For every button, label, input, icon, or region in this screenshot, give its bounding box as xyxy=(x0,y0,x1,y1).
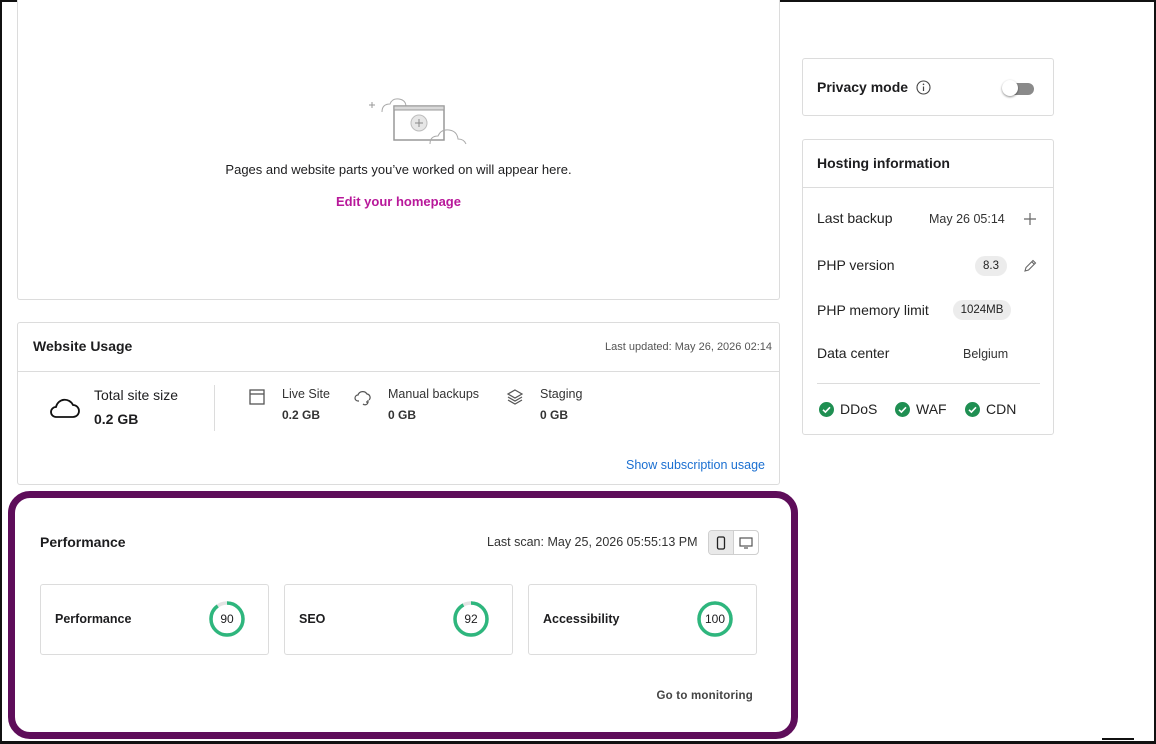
check-circle-icon xyxy=(895,402,910,417)
last-backup-label: Last backup xyxy=(817,210,893,226)
empty-pages-illustration xyxy=(369,98,467,145)
feature-label: WAF xyxy=(916,401,947,417)
php-version-badge: 8.3 xyxy=(975,256,1007,276)
info-icon[interactable] xyxy=(916,80,931,95)
metric-value: 0 GB xyxy=(388,408,417,422)
total-site-size-value: 0.2 GB xyxy=(94,411,139,427)
recent-pages-card: Pages and website parts you’ve worked on… xyxy=(17,0,780,300)
mobile-view-button[interactable] xyxy=(709,531,734,554)
check-circle-icon xyxy=(965,402,980,417)
score-card-performance[interactable]: Performance 90 xyxy=(40,584,269,655)
php-memory-limit-badge: 1024MB xyxy=(953,300,1011,320)
score-value: 90 xyxy=(220,612,234,626)
desktop-view-button[interactable] xyxy=(734,531,758,554)
metric-label: Staging xyxy=(540,387,583,401)
privacy-mode-card: Privacy mode xyxy=(802,58,1054,116)
feature-label: CDN xyxy=(986,401,1017,417)
metric-label: Manual backups xyxy=(388,387,480,401)
score-label: Performance xyxy=(55,612,132,626)
mobile-icon xyxy=(716,535,725,550)
feature-label: DDoS xyxy=(840,401,878,417)
go-to-monitoring-link[interactable]: Go to monitoring xyxy=(657,690,753,702)
toggle-knob xyxy=(1002,80,1018,96)
add-backup-icon[interactable] xyxy=(1023,212,1037,226)
edit-homepage-link[interactable]: Edit your homepage xyxy=(18,194,779,209)
empty-state-message: Pages and website parts you’ve worked on… xyxy=(225,162,572,177)
cloud-icon xyxy=(50,398,80,418)
hosting-information-card: Hosting information Last backup May 26 0… xyxy=(802,139,1054,435)
php-version-label: PHP version xyxy=(817,257,895,273)
edit-icon[interactable] xyxy=(1023,259,1037,273)
hosting-divider xyxy=(817,383,1040,384)
last-scan-text: Last scan: May 25, 2026 05:55:13 PM xyxy=(487,535,698,549)
privacy-mode-toggle[interactable] xyxy=(1002,80,1035,96)
score-value: 100 xyxy=(704,612,726,626)
layers-icon xyxy=(506,389,524,405)
score-value: 92 xyxy=(464,612,478,626)
desktop-icon xyxy=(739,536,753,549)
bottom-edge-mark xyxy=(1102,738,1134,740)
performance-title: Performance xyxy=(40,534,126,550)
cloud-sync-icon xyxy=(354,391,371,406)
data-center-label: Data center xyxy=(817,345,890,361)
usage-last-updated: Last updated: May 26, 2026 02:14 xyxy=(605,341,772,353)
browser-window-icon xyxy=(249,389,265,405)
show-subscription-usage-link[interactable]: Show subscription usage xyxy=(626,458,765,472)
metric-label: Live Site xyxy=(282,387,330,401)
usage-divider xyxy=(214,385,215,431)
usage-title: Website Usage xyxy=(33,338,133,354)
website-usage-card: Website Usage Last updated: May 26, 2026… xyxy=(17,322,780,485)
hosting-title: Hosting information xyxy=(817,155,950,171)
data-center-value: Belgium xyxy=(963,347,1009,361)
device-toggle xyxy=(708,530,759,555)
score-label: SEO xyxy=(299,612,326,626)
score-label: Accessibility xyxy=(543,612,620,626)
total-site-size-label: Total site size xyxy=(94,387,179,403)
score-card-accessibility[interactable]: Accessibility 100 xyxy=(528,584,757,655)
php-memory-limit-label: PHP memory limit xyxy=(817,302,929,318)
performance-card: Performance Last scan: May 25, 2026 05:5… xyxy=(20,505,786,728)
usage-header: Website Usage Last updated: May 26, 2026… xyxy=(18,323,779,372)
metric-value: 0.2 GB xyxy=(282,408,321,422)
last-backup-value: May 26 05:14 xyxy=(929,212,1005,226)
privacy-mode-label: Privacy mode xyxy=(817,79,909,95)
hosting-header: Hosting information xyxy=(803,140,1053,188)
metric-value: 0 GB xyxy=(540,408,569,422)
check-circle-icon xyxy=(819,402,834,417)
score-card-seo[interactable]: SEO 92 xyxy=(284,584,513,655)
